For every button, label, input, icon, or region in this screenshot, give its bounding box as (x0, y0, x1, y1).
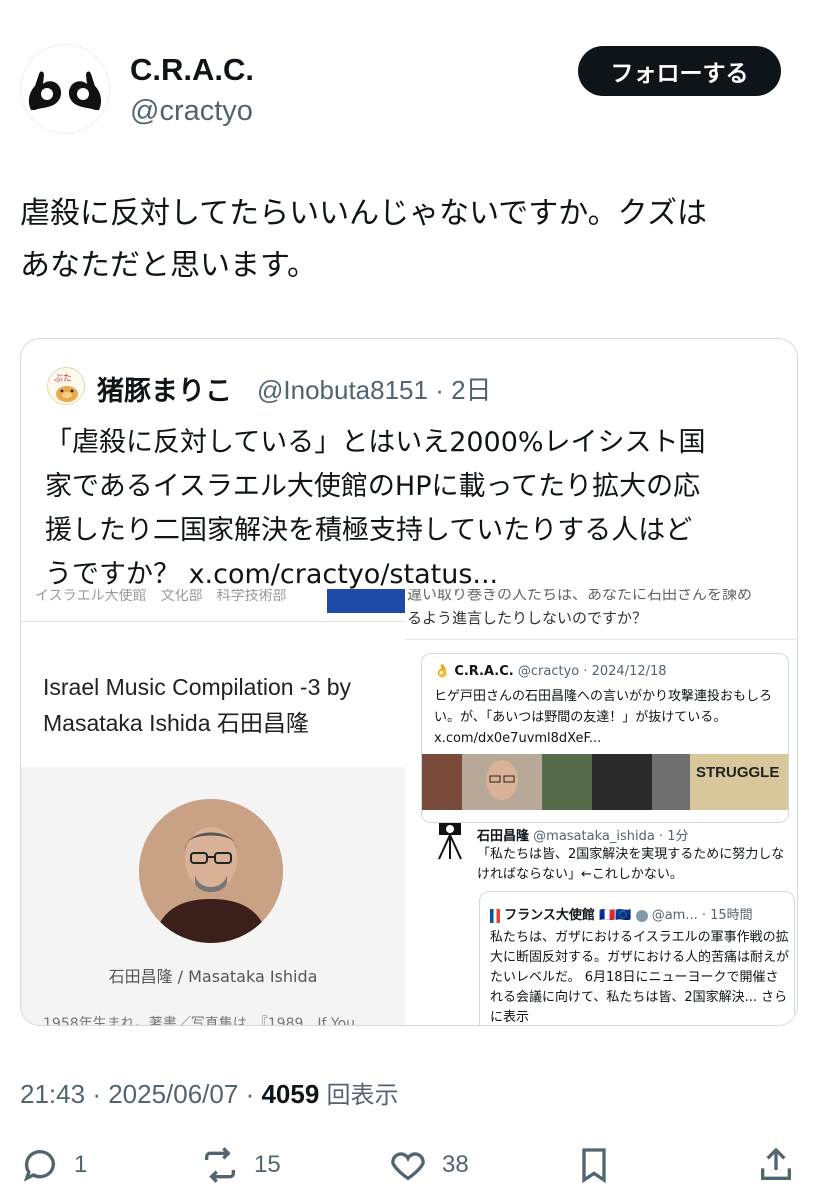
article-title: Israel Music Compilation -3 by Masataka … (43, 674, 352, 736)
image-thumb (652, 754, 690, 810)
tweet-meta-line: 21:43 · 2025/06/07 · 4059 回表示 (20, 1075, 399, 1110)
repost-count: 15 (254, 1151, 281, 1178)
embassy-tweet-header: フランス大使館 🇫🇷🇪🇺 @am... · 15時間 (490, 904, 753, 923)
reply-text: 「私たちは皆、2国家解決を実現するために努力しなければならない」←これしかない。 (477, 847, 785, 882)
image-right-panel: 違い取り巻きの人たちは、あなたに石田さんを諫め るよう進言したりしないのですか？… (405, 589, 797, 1025)
image-thumb (462, 754, 542, 810)
embedded-tweet-text: ヒゲ戸田さんの石田昌隆への言いがかり攻撃連投おもしろい。が、「あいつは野間の友達… (434, 689, 773, 746)
profile-bio-text: 1958年生まれ。著書／写真集は、『1989 If You (43, 1016, 356, 1026)
pig-avatar-icon: ぶた (48, 368, 84, 404)
tweet-date[interactable]: 2025/06/07 (108, 1079, 238, 1109)
meta-separator: · (245, 1079, 262, 1109)
flags: 🇫🇷🇪🇺 (599, 908, 632, 923)
repost-button[interactable]: 15 (200, 1140, 281, 1190)
profile-photo-area: 石田昌隆 / Masataka Ishida 1958年生まれ。著書／写真集は、… (21, 767, 405, 1026)
profile-photo (139, 799, 283, 943)
author-display-name[interactable]: C.R.A.C. (130, 52, 254, 88)
ok-hands-mini-icon: 👌 (434, 664, 451, 679)
quoted-author-avatar[interactable]: ぶた (47, 367, 85, 405)
embassy-tweet-card: フランス大使館 🇫🇷🇪🇺 @am... · 15時間 私たちは、ガザにおけるイス… (479, 891, 795, 1025)
quoted-text-line: 「虐殺に反対している」とはいえ2000%レイシスト国 (45, 427, 706, 458)
embassy-site-header-bar (327, 589, 405, 613)
reply-author-meta: @masataka_ishida · 1分 (533, 829, 689, 844)
bookmark-icon (582, 1148, 606, 1184)
quoted-text-line: 家であるイスラエル大使館のHPに載ってたり拡大の応 (45, 471, 701, 502)
reply-count: 1 (74, 1151, 88, 1178)
embassy-name: フランス大使館 (504, 908, 595, 923)
share-icon (761, 1147, 791, 1180)
reply-button[interactable]: 1 (20, 1140, 87, 1190)
france-flag-icon (490, 908, 500, 923)
tweet-text-line: あなただと思います。 (20, 248, 317, 283)
profile-caption: 石田昌隆 / Masataka Ishida (108, 967, 318, 986)
image-thumb (592, 754, 652, 810)
quoted-author-handle-time[interactable]: @Inobuta8151 · 2日 (257, 370, 492, 407)
image-thumb (542, 754, 592, 810)
repost-icon (205, 1147, 235, 1183)
bookmark-button[interactable] (574, 1140, 614, 1190)
view-count: 4059 (261, 1079, 320, 1109)
struggle-thumb: STRUGGLE (690, 754, 788, 810)
share-button[interactable] (756, 1140, 796, 1190)
verified-badge-icon (635, 909, 648, 922)
embedded-author-meta: @cractyo · 2024/12/18 (517, 664, 667, 679)
embassy-site-header-text: イスラエル大使館 文化部 科学技術部 (35, 589, 287, 604)
embedded-author-name: C.R.A.C. (454, 664, 514, 679)
ok-hands-logo-icon (28, 71, 102, 110)
embedded-tweet-images: STRUGGLE (422, 754, 788, 810)
embassy-tweet-text: 私たちは、ガザにおけるイスラエルの軍事作戦の拡大に断固反対する。ガザにおける人的… (490, 930, 790, 1025)
tweet-time[interactable]: 21:43 (20, 1079, 85, 1109)
embassy-meta: @am... · 15時間 (651, 908, 753, 923)
reply-header: 石田昌隆 @masataka_ishida · 1分 (477, 825, 688, 844)
divider (405, 639, 797, 640)
meta-separator: · (92, 1079, 109, 1109)
divider (21, 621, 405, 622)
struggle-label: STRUGGLE (696, 764, 780, 781)
reply-text-top: 違い取り巻きの人たちは、あなたに石田さんを諫め (407, 589, 753, 603)
reply-text-line: るよう進言したりしないのですか？ (407, 609, 648, 627)
person-portrait-icon (139, 799, 283, 943)
reply-author-name: 石田昌隆 (477, 829, 530, 844)
embedded-tweet-header: 👌 C.R.A.C. @cractyo · 2024/12/18 (434, 664, 667, 679)
heart-icon (391, 1152, 425, 1181)
quoted-text-line: 援したり二国家解決を積極支持していたりする人はど (45, 515, 693, 546)
like-count: 38 (442, 1151, 469, 1178)
quoted-tweet-text: 「虐殺に反対している」とはいえ2000%レイシスト国 家であるイスラエル大使館の… (45, 421, 785, 597)
tweet-text-line: 虐殺に反対してたらいいんじゃないですか。クズは (20, 196, 707, 231)
quoted-author-name[interactable]: 猪豚まりこ (97, 369, 232, 408)
view-count-label: 回表示 (326, 1081, 399, 1109)
quoted-tweet-image[interactable]: イスラエル大使館 文化部 科学技術部 Israel Music Compilat… (21, 589, 797, 1026)
image-left-panel: イスラエル大使館 文化部 科学技術部 Israel Music Compilat… (21, 589, 405, 1026)
author-avatar[interactable] (20, 44, 110, 134)
like-button[interactable]: 38 (388, 1140, 469, 1190)
quoted-tweet-card[interactable]: ぶた 猪豚まりこ @Inobuta8151 · 2日 「虐殺に反対している」とは… (20, 338, 798, 1026)
follow-button[interactable]: フォローする (578, 46, 781, 96)
tweet-text: 虐殺に反対してたらいいんじゃないですか。クズは あなただと思います。 (20, 188, 800, 292)
camera-tripod-icon (438, 823, 462, 860)
action-bar: 1 15 38 (0, 1140, 817, 1190)
reply-icon (23, 1150, 55, 1182)
image-thumb (422, 754, 462, 810)
author-handle[interactable]: @cractyo (130, 95, 253, 128)
embedded-crac-tweet: 👌 C.R.A.C. @cractyo · 2024/12/18 ヒゲ戸田さんの… (421, 653, 789, 823)
svg-text:ぶた: ぶた (54, 373, 72, 384)
